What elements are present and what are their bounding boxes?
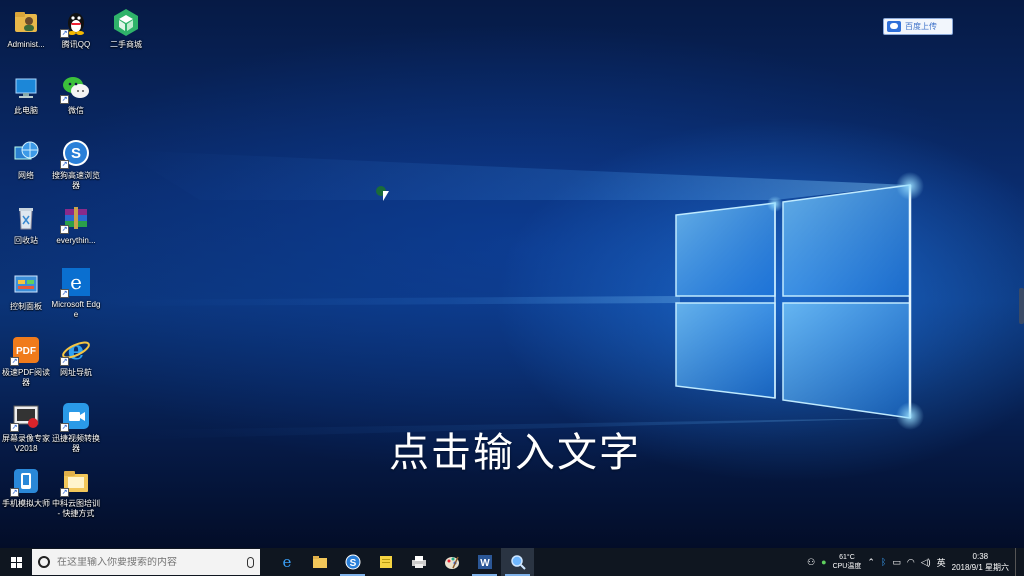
- pdf-reader-icon: PDF ↗: [10, 334, 42, 366]
- svg-text:W: W: [480, 558, 490, 569]
- desktop-icon-video-converter[interactable]: ↗ 迅捷视频转换器: [50, 398, 102, 454]
- recycle-bin-icon: [10, 202, 42, 234]
- shortcut-arrow-icon: ↗: [10, 488, 19, 497]
- caption-text[interactable]: 点击输入文字: [360, 420, 670, 478]
- video-converter-icon: ↗: [60, 400, 92, 432]
- bluetooth-icon[interactable]: ᛒ: [881, 557, 886, 567]
- desktop-icon-url-nav[interactable]: e ↗ 网址导航: [50, 332, 102, 378]
- system-tray: ⚇ ● 61°C CPU温度 ⌃ ᛒ ▭ ◠ ◁) 英 0:38 2018/9/…: [807, 548, 1024, 576]
- cortana-ring-icon: [38, 556, 50, 568]
- desktop-icon-everything[interactable]: ↗ everythin...: [50, 200, 102, 246]
- svg-text:e: e: [68, 336, 85, 365]
- cloud-upload-label: 百度上传: [905, 22, 937, 31]
- edge-icon: e: [282, 554, 291, 570]
- people-icon[interactable]: ⚇: [807, 557, 815, 568]
- mouse-cursor-icon: [383, 191, 389, 201]
- taskbar-app-notes[interactable]: [369, 548, 402, 576]
- qq-penguin-icon: ↗: [60, 6, 92, 38]
- ie-icon: e ↗: [60, 334, 92, 366]
- clock-time: 0:38: [972, 552, 989, 561]
- word-icon: W: [477, 555, 492, 569]
- wifi-icon[interactable]: ◠: [907, 557, 915, 568]
- user-folder-icon: [10, 6, 42, 38]
- edge-icon: e ↗: [60, 266, 92, 298]
- microphone-icon[interactable]: [247, 556, 254, 568]
- start-button[interactable]: [0, 548, 32, 576]
- cpu-temp-indicator-icon[interactable]: ●: [821, 557, 826, 567]
- winrar-books-icon: ↗: [60, 202, 92, 234]
- cloud-icon: [887, 21, 901, 32]
- shortcut-arrow-icon: ↗: [60, 29, 69, 38]
- desktop-icon-screen-recorder[interactable]: ↗ 屏幕录像专家 V2018: [0, 398, 52, 454]
- svg-text:e: e: [70, 270, 82, 294]
- computer-icon: [10, 72, 42, 104]
- desktop-icon-administrator[interactable]: Administ...: [0, 4, 52, 50]
- taskbar-search[interactable]: [32, 549, 260, 575]
- cpu-temp-value: 61°C: [839, 554, 855, 561]
- network-globe-icon: [10, 137, 42, 169]
- taskbar: e S W ⚇ ● 61°C CPU温度 ⌃ ᛒ ▭ ◠ ◁) 英 0:38 2…: [0, 548, 1024, 576]
- sogou-browser-icon: S: [345, 554, 360, 570]
- svg-text:e: e: [282, 554, 291, 570]
- desktop-icon-network[interactable]: 网络: [0, 135, 52, 181]
- paint-icon: [444, 556, 459, 569]
- taskbar-app-sogou[interactable]: S: [336, 548, 369, 576]
- magnifier-icon: [510, 555, 526, 570]
- svg-text:S: S: [349, 558, 356, 569]
- printer-icon: [411, 556, 426, 568]
- shortcut-arrow-icon: ↗: [10, 357, 19, 366]
- show-desktop-button[interactable]: [1015, 548, 1020, 576]
- taskbar-app-paint[interactable]: [435, 548, 468, 576]
- screen-recorder-icon: ↗: [10, 400, 42, 432]
- file-explorer-icon: [312, 556, 327, 568]
- desktop-icon-sogou-browser[interactable]: S ↗ 搜狗高速浏览器: [50, 135, 102, 191]
- green-cube-icon: [110, 6, 142, 38]
- shortcut-arrow-icon: ↗: [60, 160, 69, 169]
- taskbar-app-printer[interactable]: [402, 548, 435, 576]
- chevron-up-icon[interactable]: ⌃: [867, 557, 875, 568]
- desktop-icon-phone-emulator[interactable]: ↗ 手机模拟大师: [0, 463, 52, 509]
- phone-emulator-icon: ↗: [10, 465, 42, 497]
- shortcut-arrow-icon: ↗: [60, 423, 69, 432]
- desktop-icon-recycle-bin[interactable]: 回收站: [0, 200, 52, 246]
- desktop-icon-training-folder[interactable]: ↗ 中科云图培训 - 快捷方式: [50, 463, 102, 519]
- clock[interactable]: 0:38 2018/9/1 星期六: [952, 551, 1009, 573]
- taskbar-app-magnifier[interactable]: [501, 548, 534, 576]
- wechat-icon: ↗: [60, 72, 92, 104]
- desktop-icon-wechat[interactable]: ↗ 微信: [50, 70, 102, 116]
- desktop-icon-qq[interactable]: ↗ 腾讯QQ: [50, 4, 102, 50]
- shortcut-arrow-icon: ↗: [60, 357, 69, 366]
- desktop-icon-microsoft-edge[interactable]: e ↗ Microsoft Edge: [50, 264, 102, 320]
- input-method[interactable]: 英: [937, 556, 946, 569]
- svg-text:PDF: PDF: [16, 346, 36, 357]
- shortcut-arrow-icon: ↗: [60, 95, 69, 104]
- sogou-browser-icon: S ↗: [60, 137, 92, 169]
- cpu-temp-label: CPU温度: [832, 563, 862, 570]
- taskbar-app-file-explorer[interactable]: [303, 548, 336, 576]
- shortcut-arrow-icon: ↗: [60, 488, 69, 497]
- desktop-icon-second-hand-mall[interactable]: 二手商城: [100, 4, 152, 50]
- folder-icon: ↗: [60, 465, 92, 497]
- search-input[interactable]: [57, 556, 240, 568]
- edge-scroll-handle[interactable]: [1019, 288, 1024, 324]
- clock-date: 2018/9/1 星期六: [951, 563, 1009, 572]
- windows-logo-icon: [10, 556, 22, 568]
- desktop-icon-control-panel[interactable]: 控制面板: [0, 266, 52, 312]
- taskbar-app-edge[interactable]: e: [270, 548, 303, 576]
- volume-icon[interactable]: ◁): [921, 557, 931, 568]
- shortcut-arrow-icon: ↗: [10, 423, 19, 432]
- taskbar-app-word[interactable]: W: [468, 548, 501, 576]
- desktop-icon-pdf-reader[interactable]: PDF ↗ 极速PDF阅读器: [0, 332, 52, 388]
- cloud-upload-button[interactable]: 百度上传: [883, 18, 953, 35]
- control-panel-icon: [10, 268, 42, 300]
- shortcut-arrow-icon: ↗: [60, 225, 69, 234]
- svg-text:S: S: [71, 145, 81, 162]
- shortcut-arrow-icon: ↗: [60, 289, 69, 298]
- sticky-notes-icon: [379, 556, 392, 568]
- desktop-icon-this-pc[interactable]: 此电脑: [0, 70, 52, 116]
- cpu-temperature[interactable]: 61°C CPU温度: [833, 553, 862, 571]
- battery-icon[interactable]: ▭: [892, 557, 901, 568]
